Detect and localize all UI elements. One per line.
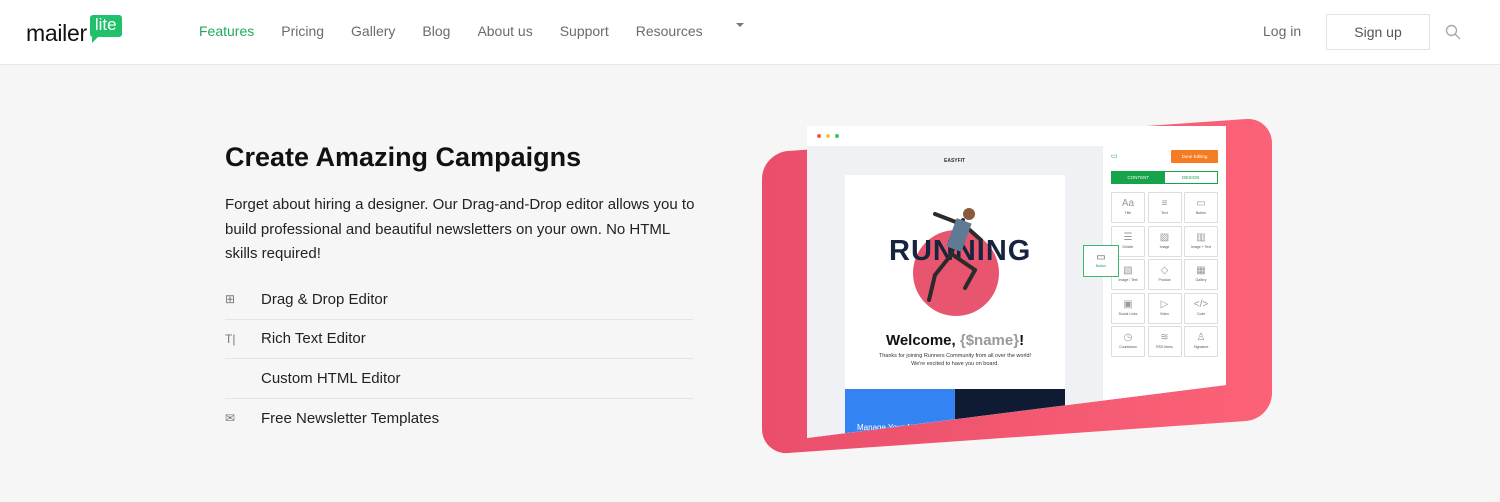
logo[interactable]: mailer lite bbox=[26, 15, 122, 47]
thanks-text: Thanks for joining Runners Community fro… bbox=[878, 353, 1032, 367]
site-header: mailer lite Features Pricing Gallery Blog Abo… bbox=[0, 0, 1500, 65]
drag-drop-icon: ⊞ bbox=[225, 292, 236, 307]
block-icon: ▦ bbox=[1196, 265, 1206, 276]
block-tile[interactable]: Aa Title bbox=[1111, 192, 1145, 223]
email-canvas: EASYFIT RUNNING Welcome, {$name}! Thanks… bbox=[807, 146, 1102, 438]
tab-design[interactable]: DESIGN bbox=[1165, 172, 1218, 183]
dragged-button-block[interactable]: ▭ Button bbox=[1083, 245, 1119, 277]
block-tile[interactable]: ♙ Signature bbox=[1184, 326, 1218, 357]
tab-content[interactable]: CONTENT bbox=[1112, 172, 1165, 183]
chevron-down-icon bbox=[735, 23, 744, 39]
panel-tabs: CONTENT DESIGN bbox=[1111, 171, 1218, 184]
nav-pricing[interactable]: Pricing bbox=[281, 23, 324, 39]
editor-mockup: EASYFIT RUNNING Welcome, {$name}! Thanks… bbox=[807, 126, 1226, 438]
email-preview: RUNNING Welcome, {$name}! Thanks for joi… bbox=[845, 175, 1065, 438]
block-tile[interactable]: ▨ Image bbox=[1147, 225, 1182, 257]
block-icon: ≋ bbox=[1160, 332, 1169, 343]
block-icon: ◷ bbox=[1123, 332, 1133, 343]
block-tile[interactable]: ≡ Text bbox=[1147, 192, 1182, 223]
feature-item: ✉ Free Newsletter Templates bbox=[225, 399, 693, 439]
feature-list: ⊞ Drag & Drop Editor T| Rich Text Editor Cus… bbox=[225, 280, 693, 438]
nav-resources[interactable]: Resources bbox=[636, 23, 703, 39]
done-editing-button[interactable]: Done Editing bbox=[1171, 150, 1218, 163]
block-icon: ▨ bbox=[1159, 231, 1170, 243]
block-tile[interactable]: ▥ Image + Text bbox=[1184, 225, 1218, 257]
search-icon[interactable] bbox=[1445, 24, 1461, 40]
text-icon: T| bbox=[225, 331, 236, 346]
block-icon: Aa bbox=[1121, 198, 1135, 209]
welcome-text: Welcome, {$name}! bbox=[885, 332, 1025, 349]
nav-blog[interactable]: Blog bbox=[422, 23, 450, 39]
block-icon: ◇ bbox=[1160, 265, 1169, 276]
block-icon: ▷ bbox=[1160, 298, 1169, 310]
block-tile[interactable]: ▷ Video bbox=[1147, 292, 1182, 324]
block-tile[interactable]: ◷ Countdown bbox=[1111, 326, 1145, 357]
block-icon: </> bbox=[1193, 298, 1209, 310]
feature-label: Rich Text Editor bbox=[261, 330, 366, 348]
feature-label: Custom HTML Editor bbox=[261, 369, 401, 387]
block-tile[interactable]: ◇ Product bbox=[1147, 259, 1182, 290]
block-icon: ♙ bbox=[1196, 332, 1206, 343]
runner-image bbox=[927, 208, 983, 302]
nav-gallery[interactable]: Gallery bbox=[351, 23, 395, 39]
feature-item: Custom HTML Editor bbox=[225, 359, 693, 399]
feature-item: ⊞ Drag & Drop Editor bbox=[225, 280, 693, 320]
feature-label: Drag & Drop Editor bbox=[261, 290, 388, 308]
main-nav: Features Pricing Gallery Blog About us Suppor… bbox=[199, 23, 744, 39]
feature-label: Free Newsletter Templates bbox=[261, 409, 440, 427]
brand-label: EASYFIT bbox=[944, 158, 966, 164]
feature-item: T| Rich Text Editor bbox=[225, 320, 693, 359]
block-tile[interactable]: ▦ Gallery bbox=[1184, 259, 1218, 290]
block-tile[interactable]: ▣ Social Links bbox=[1111, 292, 1145, 324]
block-tile[interactable]: ≋ RSS Items bbox=[1147, 326, 1182, 357]
nav-features[interactable]: Features bbox=[199, 23, 254, 39]
desktop-icon[interactable]: ▭ bbox=[1111, 152, 1118, 160]
login-link[interactable]: Log in bbox=[1263, 23, 1301, 39]
block-grid: Aa Title ≡ Text ▭ Button ☰ Divider ▨ Image ▥ Image … bbox=[1111, 192, 1218, 357]
block-icon: ▣ bbox=[1123, 298, 1133, 310]
block-tile[interactable]: </> Code bbox=[1184, 292, 1218, 324]
template-icon: ✉ bbox=[225, 411, 236, 426]
window-controls bbox=[817, 134, 839, 138]
nav-support[interactable]: Support bbox=[560, 23, 609, 39]
block-icon: ▭ bbox=[1196, 198, 1206, 209]
hero-description: Forget about hiring a designer. Our Drag… bbox=[225, 196, 695, 262]
signup-button[interactable]: Sign up bbox=[1326, 14, 1430, 50]
page-title: Create Amazing Campaigns bbox=[225, 142, 582, 172]
block-tile[interactable]: ▭ Button bbox=[1184, 192, 1218, 223]
block-icon: ☰ bbox=[1123, 231, 1133, 243]
nav-about-us[interactable]: About us bbox=[477, 23, 532, 39]
block-icon: ▥ bbox=[1196, 231, 1206, 243]
block-icon: ≡ bbox=[1161, 198, 1168, 209]
